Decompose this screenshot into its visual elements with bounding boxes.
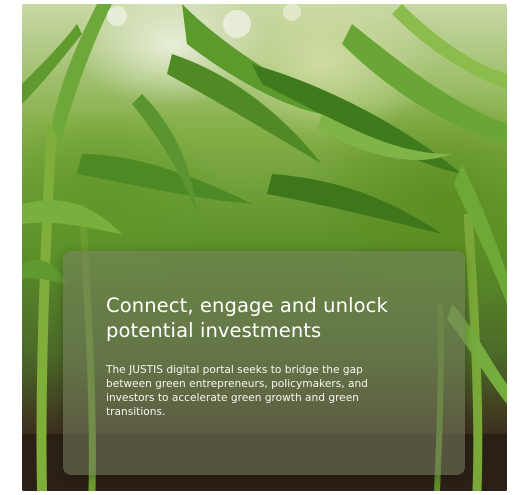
hero-headline: Connect, engage and unlock potential inv…: [106, 294, 388, 342]
intro-card: Connect, engage and unlock potential inv…: [63, 251, 465, 475]
hero-description: The JUSTIS digital portal seeks to bridg…: [106, 364, 368, 418]
hero-section: Connect, engage and unlock potential inv…: [22, 4, 507, 491]
